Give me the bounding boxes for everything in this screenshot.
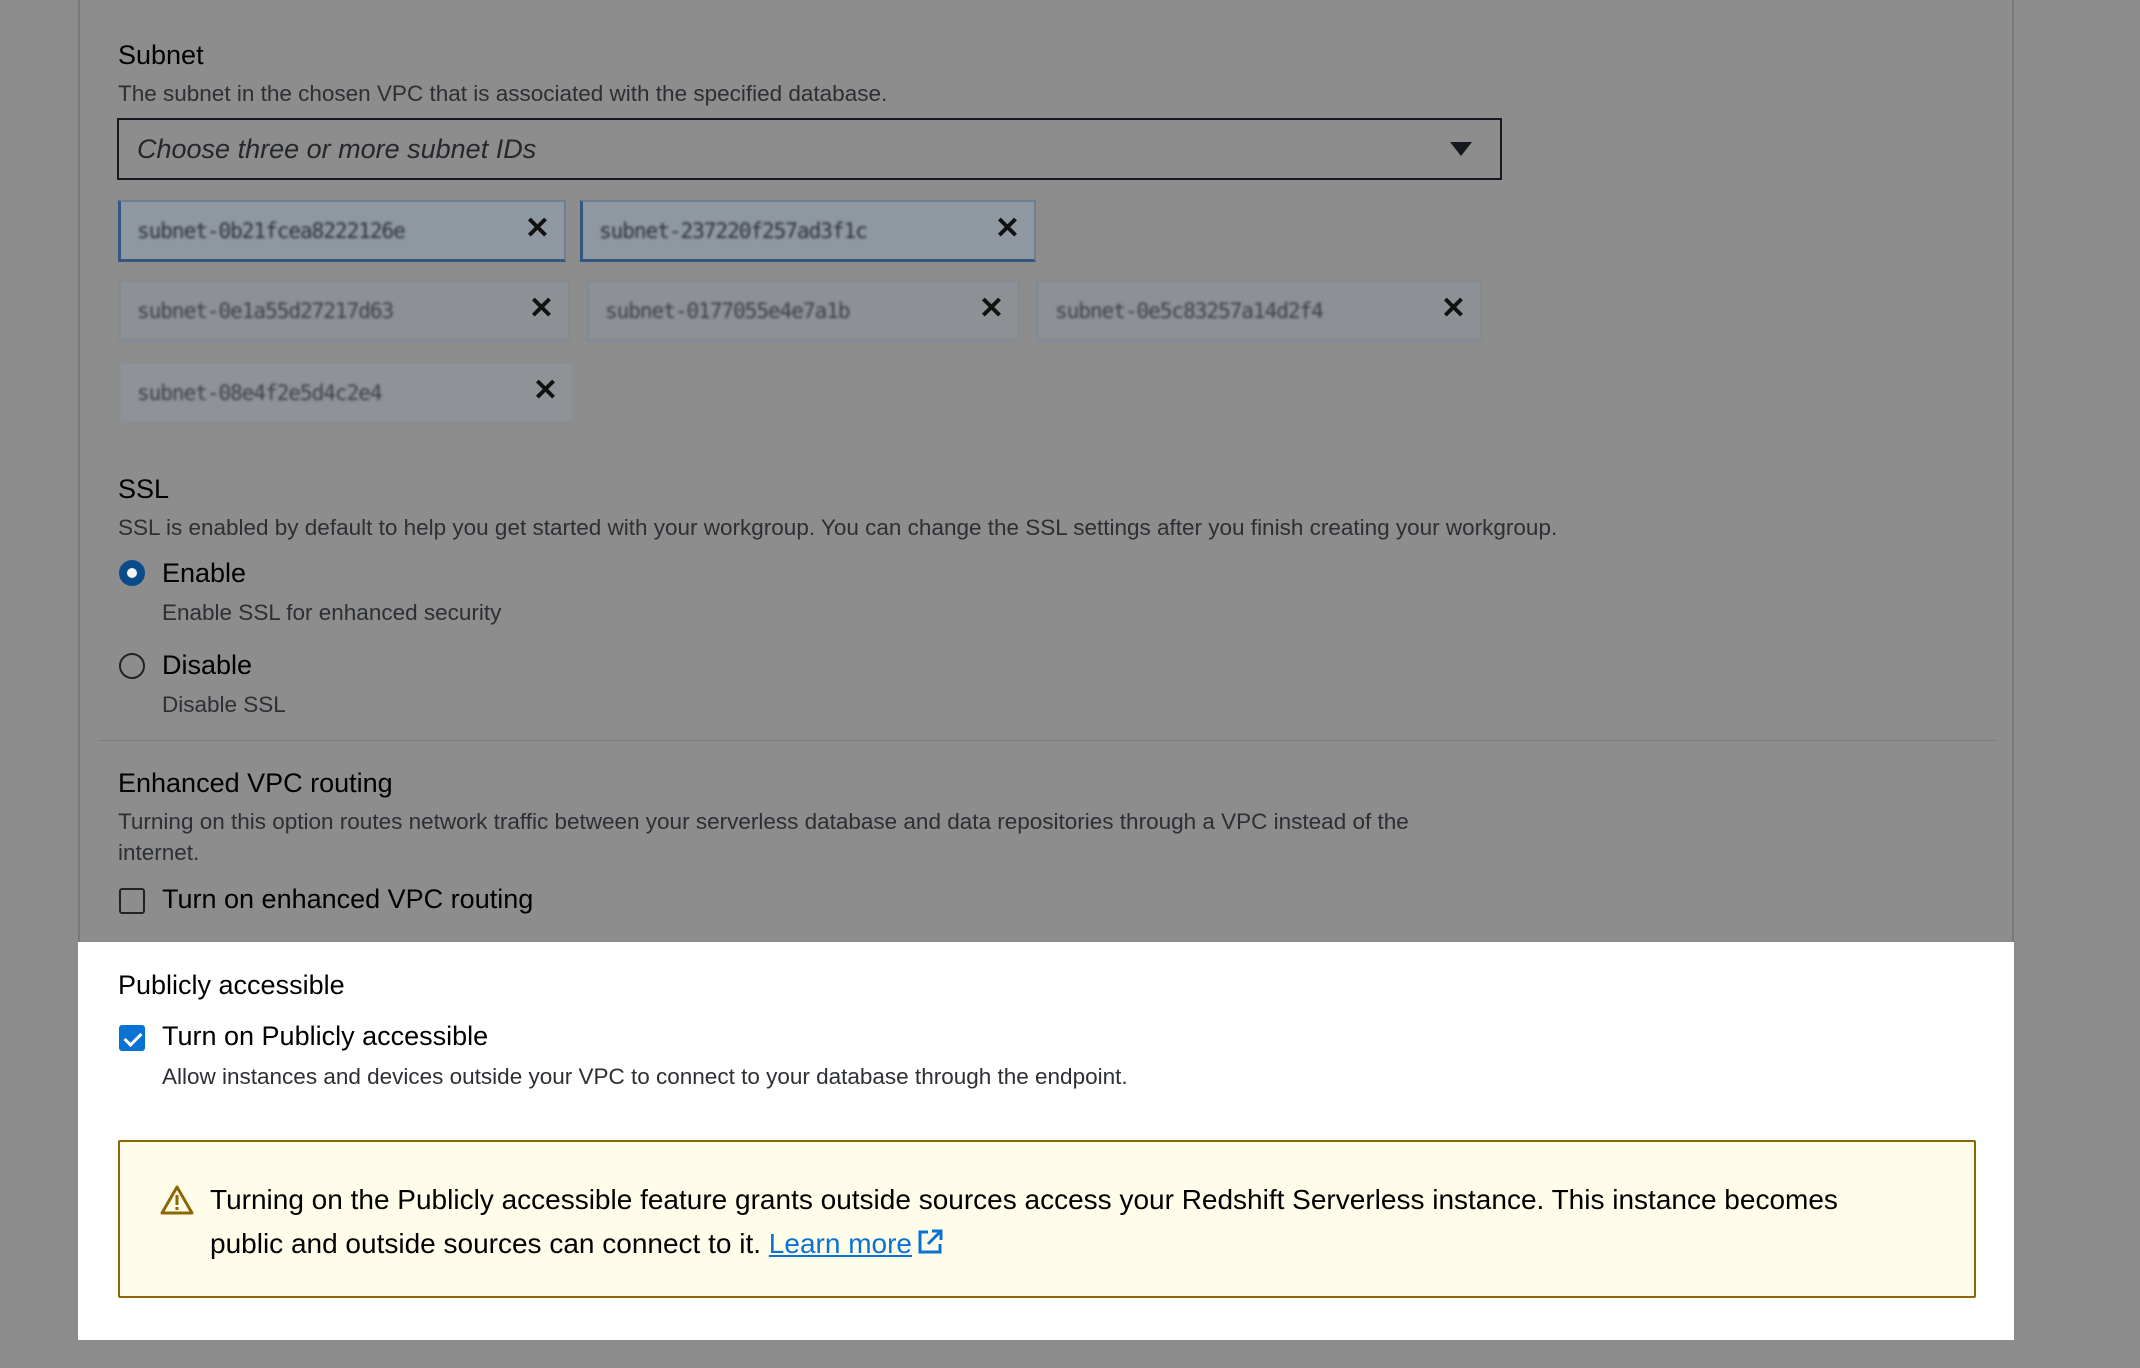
publicly-accessible-checkbox[interactable] <box>119 1025 145 1051</box>
subnet-title: Subnet <box>118 40 204 70</box>
subnet-select[interactable]: Choose three or more subnet IDs <box>117 118 1502 180</box>
vpc-routing-description-line2: internet. <box>118 840 200 865</box>
learn-more-link[interactable]: Learn more <box>769 1228 912 1259</box>
publicly-accessible-checkbox-description: Allow instances and devices outside your… <box>162 1064 1128 1089</box>
subnet-token-label: subnet-0177055e4e7a1b <box>605 299 851 323</box>
vpc-routing-description-line1: Turning on this option routes network tr… <box>118 809 1409 834</box>
subnet-token: subnet-237220f257ad3f1c ✕ <box>580 200 1036 262</box>
subnet-token-label: subnet-0e1a55d27217d63 <box>137 299 394 323</box>
ssl-title: SSL <box>118 474 170 504</box>
warning-message-line1: Turning on the Publicly accessible featu… <box>210 1184 1838 1215</box>
subnet-token: subnet-0e5c83257a14d2f4 ✕ <box>1036 280 1482 342</box>
vpc-routing-title: Enhanced VPC routing <box>118 768 393 798</box>
warning-alert: Turning on the Publicly accessible featu… <box>118 1140 1976 1298</box>
ssl-description: SSL is enabled by default to help you ge… <box>118 515 1558 540</box>
subnet-token-label: subnet-08e4f2e5d4c2e4 <box>137 381 383 405</box>
subnet-token-label: subnet-0e5c83257a14d2f4 <box>1055 299 1324 323</box>
ssl-disable-label: Disable <box>162 650 253 680</box>
subnet-token: subnet-08e4f2e5d4c2e4 ✕ <box>118 362 574 424</box>
vpc-routing-checkbox-label: Turn on enhanced VPC routing <box>162 884 534 914</box>
external-link-icon[interactable] <box>916 1225 944 1269</box>
section-divider <box>98 740 1996 741</box>
ssl-enable-description: Enable SSL for enhanced security <box>162 600 502 625</box>
subnet-description: The subnet in the chosen VPC that is ass… <box>118 81 888 106</box>
remove-token-icon[interactable]: ✕ <box>529 294 554 324</box>
subnet-select-placeholder: Choose three or more subnet IDs <box>137 134 537 164</box>
ssl-enable-radio[interactable] <box>119 560 145 586</box>
remove-token-icon[interactable]: ✕ <box>1441 294 1466 324</box>
warning-message: Turning on the Publicly accessible featu… <box>210 1178 1910 1269</box>
publicly-accessible-title: Publicly accessible <box>118 970 345 1000</box>
subnet-token: subnet-0b21fcea8222126e ✕ <box>118 200 566 262</box>
ssl-disable-description: Disable SSL <box>162 692 286 717</box>
subnet-token-label: subnet-237220f257ad3f1c <box>599 219 868 243</box>
subnet-token-label: subnet-0b21fcea8222126e <box>137 219 406 243</box>
caret-down-icon <box>1450 142 1472 156</box>
subnet-token: subnet-0e1a55d27217d63 ✕ <box>118 280 570 342</box>
remove-token-icon[interactable]: ✕ <box>979 294 1004 324</box>
remove-token-icon[interactable]: ✕ <box>525 214 550 244</box>
warning-message-line2: public and outside sources can connect t… <box>210 1228 762 1259</box>
ssl-enable-label: Enable <box>162 558 247 588</box>
remove-token-icon[interactable]: ✕ <box>533 376 558 406</box>
remove-token-icon[interactable]: ✕ <box>995 214 1020 244</box>
ssl-disable-radio[interactable] <box>119 653 145 679</box>
warning-icon <box>160 1184 194 1221</box>
subnet-token: subnet-0177055e4e7a1b ✕ <box>586 280 1020 342</box>
publicly-accessible-checkbox-label: Turn on Publicly accessible <box>162 1021 489 1051</box>
vpc-routing-checkbox[interactable] <box>119 888 145 914</box>
